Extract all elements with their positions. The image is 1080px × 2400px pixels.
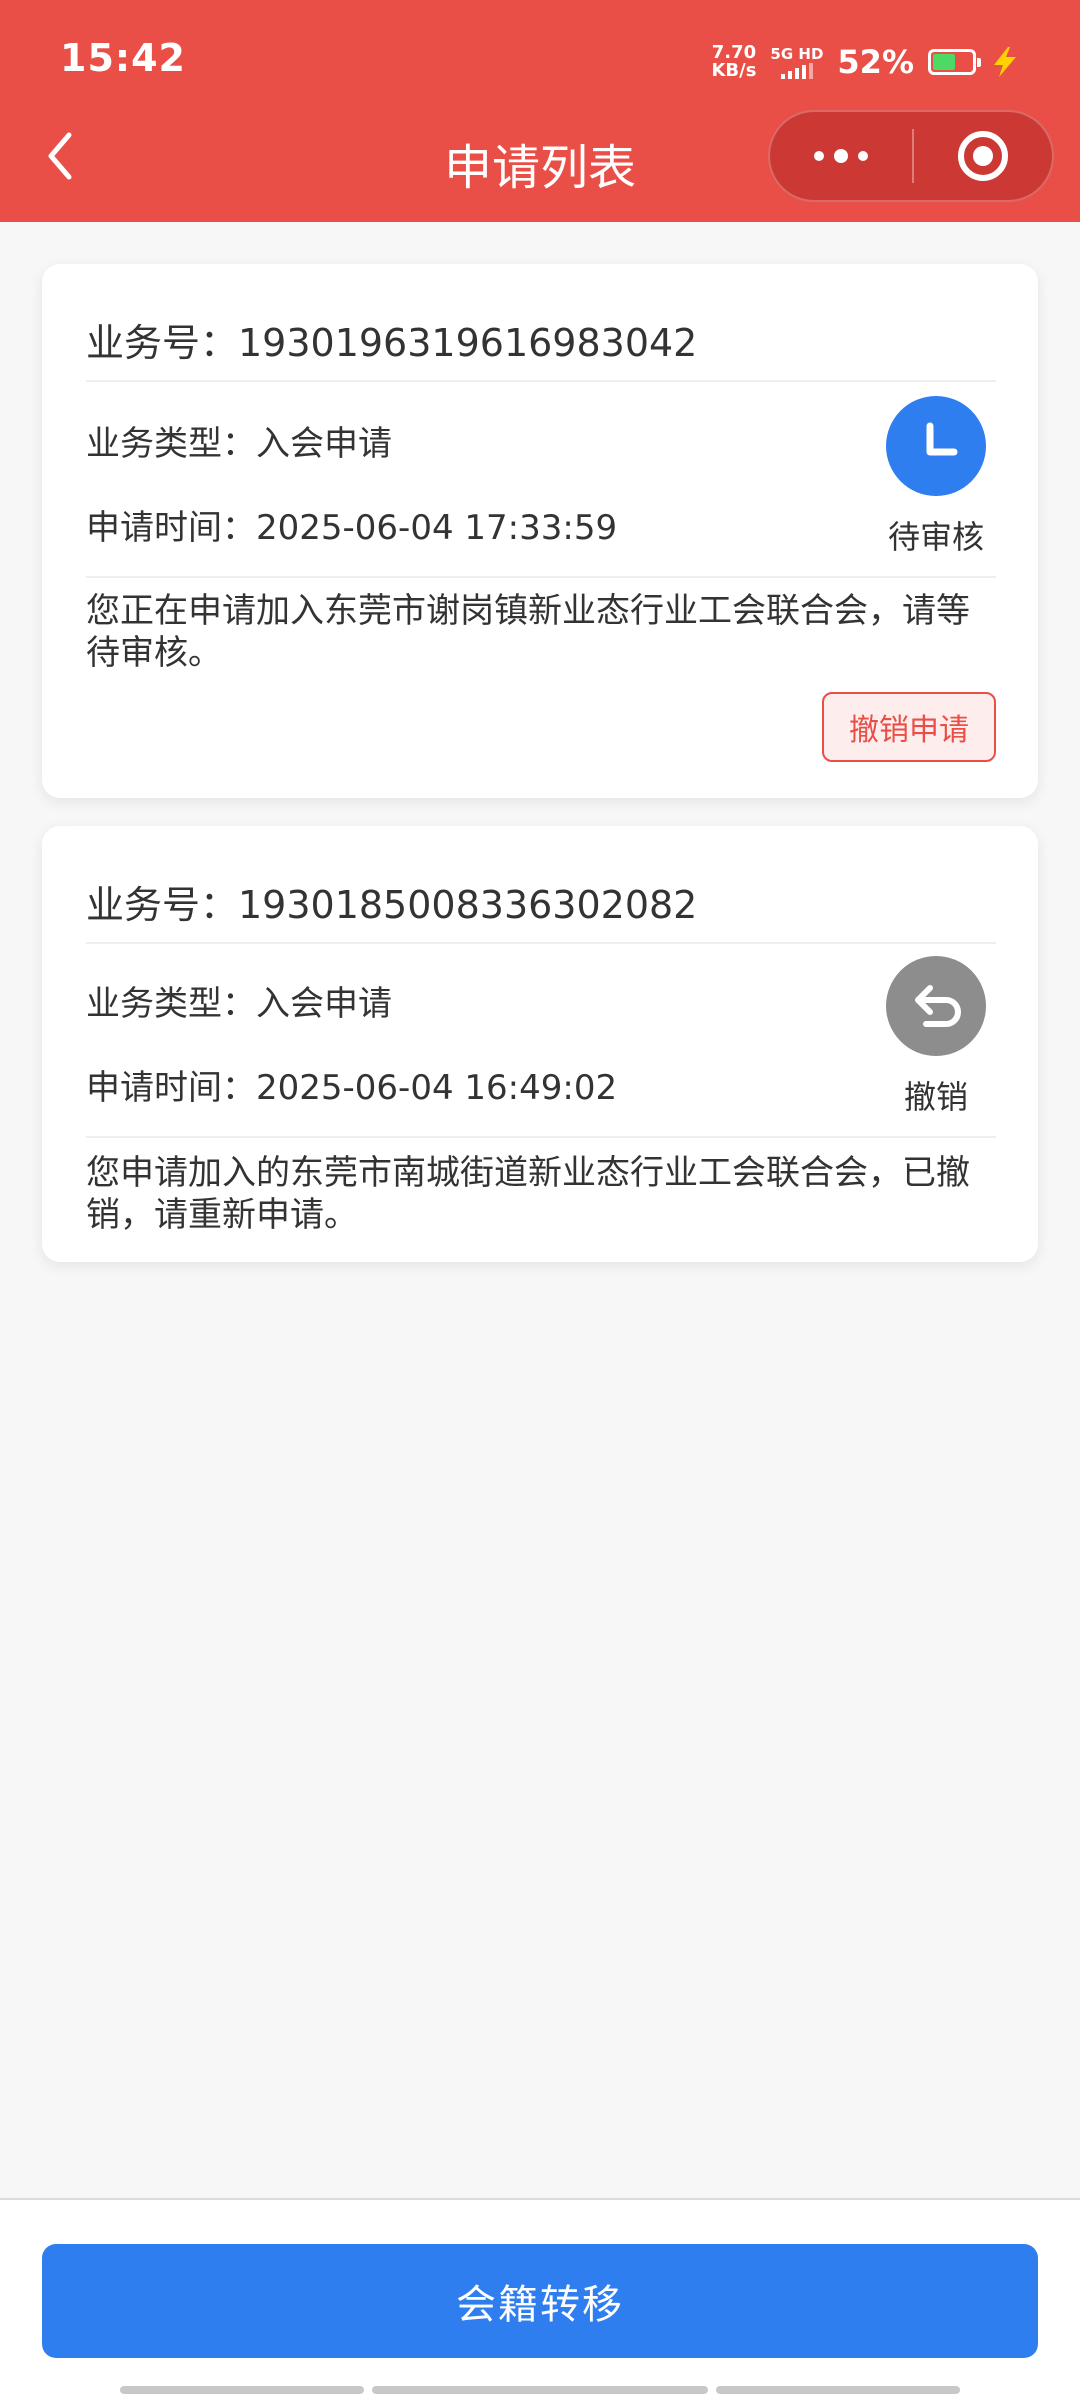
application-card[interactable]: 业务号：1930185008336302082 业务类型：入会申请 申请时间：2… (42, 826, 1038, 1262)
apply-time: 申请时间：2025-06-04 16:49:02 (86, 1068, 618, 1108)
signal-bars-icon (780, 63, 813, 79)
status-badge: 待审核 (887, 518, 984, 556)
home-indicator (120, 2386, 364, 2394)
status-time: 15:42 (60, 36, 186, 80)
battery-icon (928, 49, 981, 75)
mini-program-capsule (768, 110, 1054, 202)
business-type: 业务类型：入会申请 (86, 424, 392, 464)
application-message: 您正在申请加入东莞市谢岗镇新业态行业工会联合会，请等待审核。 (86, 591, 970, 673)
business-number: 业务号：1930185008336302082 (86, 883, 698, 927)
network-label: 5G HD (770, 45, 824, 63)
target-icon (958, 131, 1008, 181)
home-indicator (716, 2386, 960, 2394)
more-icon-dot (834, 149, 848, 163)
status-icons: 7.70 KB/s 5G HD 52% (711, 36, 1020, 88)
battery-percent: 52% (837, 43, 914, 81)
network-speed: 7.70 KB/s (711, 44, 756, 80)
status-block: 待审核 (876, 396, 996, 558)
bottom-bar: 会籍转移 (0, 2200, 1080, 2400)
divider (86, 1136, 996, 1138)
clock-icon (886, 396, 986, 496)
close-button[interactable] (914, 112, 1052, 200)
application-message: 您申请加入的东莞市南城街道新业态行业工会联合会，已撤销，请重新申请。 (86, 1153, 970, 1235)
divider (86, 380, 996, 382)
divider (86, 942, 996, 944)
divider (86, 576, 996, 578)
apply-time: 申请时间：2025-06-04 17:33:59 (86, 508, 618, 548)
signal-indicator: 5G HD (770, 45, 823, 79)
app-screen: 15:42 7.70 KB/s 5G HD 52% 申请列表 业务号：19301… (0, 0, 1080, 2400)
status-badge: 撤销 (903, 1078, 968, 1116)
more-icon-dot (814, 151, 824, 161)
revoke-application-button[interactable]: 撤销申请 (822, 692, 996, 762)
charging-icon (994, 47, 1016, 77)
business-number: 业务号：1930196319616983042 (86, 321, 698, 365)
undo-icon (886, 956, 986, 1056)
application-card[interactable]: 业务号：1930196319616983042 业务类型：入会申请 申请时间：2… (42, 264, 1038, 798)
business-type: 业务类型：入会申请 (86, 984, 392, 1024)
home-indicator (372, 2386, 708, 2394)
status-block: 撤销 (876, 956, 996, 1118)
header: 15:42 7.70 KB/s 5G HD 52% 申请列表 (0, 0, 1080, 222)
network-speed-unit: KB/s (711, 60, 757, 81)
more-button[interactable] (770, 112, 912, 200)
membership-transfer-button[interactable]: 会籍转移 (42, 2244, 1038, 2358)
more-icon-dot (858, 151, 868, 161)
